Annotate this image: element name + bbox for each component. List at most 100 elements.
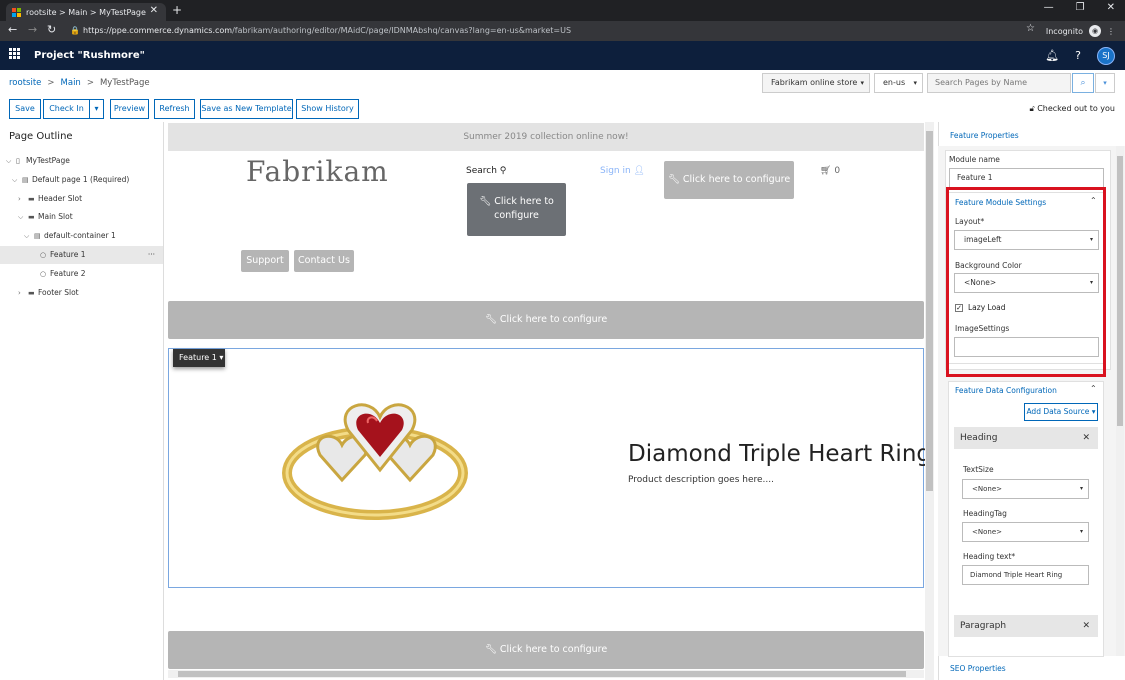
module-name-input[interactable]: Feature 1: [949, 168, 1104, 188]
highlight-box: [946, 187, 1106, 377]
store-select[interactable]: Fabrikam online store ▾: [762, 73, 870, 93]
close-tab-icon[interactable]: ✕: [150, 5, 158, 16]
bookmark-star-icon[interactable]: ☆: [1026, 23, 1035, 34]
reload-icon[interactable]: ↻: [47, 23, 56, 36]
cart[interactable]: 🛒︎ 0: [820, 166, 840, 176]
chevron-down-icon: ▾: [1079, 485, 1083, 492]
breadcrumb-rootsite[interactable]: rootsite: [9, 78, 41, 88]
more-options-icon[interactable]: ···: [148, 246, 155, 264]
incognito-label: Incognito: [1045, 26, 1083, 36]
project-title: Project "Rushmore": [34, 50, 145, 61]
add-data-source-label: Add Data Source: [1026, 407, 1090, 416]
chevron-down-icon: ▾: [860, 79, 864, 87]
chevron-up-icon[interactable]: ⌃: [1090, 384, 1097, 393]
outline-item-default-page[interactable]: ⌵ ▤ Default page 1 (Required): [0, 171, 163, 189]
back-icon[interactable]: ←: [8, 23, 17, 36]
search-button[interactable]: ⌕: [1072, 73, 1094, 93]
outline-item-feature-2[interactable]: ○ Feature 2: [0, 265, 163, 283]
save-button[interactable]: Save: [9, 99, 41, 119]
breadcrumb-current: MyTestPage: [99, 78, 150, 88]
outline-item-mytestpage[interactable]: ⌵ ▯ MyTestPage: [0, 152, 163, 170]
outline-item-feature-1[interactable]: ○ Feature 1 ···: [0, 246, 163, 264]
promo-banner[interactable]: Summer 2019 collection online now!: [168, 123, 924, 151]
outline-item-header-slot[interactable]: › ▬ Header Slot: [0, 190, 163, 208]
add-data-source-button[interactable]: Add Data Source ▾: [1024, 403, 1098, 421]
page-icon: ▯: [16, 157, 20, 165]
site-search[interactable]: Search ⚲: [466, 166, 506, 176]
incognito-icon: ◉: [1089, 25, 1101, 37]
search-pages-input[interactable]: Search Pages by Name: [927, 73, 1071, 93]
configure-module-button[interactable]: 🔧︎ Click here to configure: [467, 183, 566, 236]
heading-text-input[interactable]: Diamond Triple Heart Ring: [962, 565, 1089, 585]
forward-icon[interactable]: →: [28, 23, 37, 36]
outline-item-footer-slot[interactable]: › ▬ Footer Slot: [0, 284, 163, 302]
remove-icon[interactable]: ✕: [1082, 427, 1090, 449]
outline-item-label: MyTestPage: [26, 156, 70, 165]
save-as-template-button[interactable]: Save as New Template: [200, 99, 293, 119]
url-host: https://ppe.commerce.dynamics.com: [83, 26, 233, 35]
browser-menu-icon[interactable]: ⋮: [1107, 27, 1115, 36]
breadcrumb-main[interactable]: Main: [61, 78, 81, 88]
feature-description[interactable]: Product description goes here....: [628, 475, 774, 485]
refresh-button[interactable]: Refresh: [154, 99, 195, 119]
chevron-down-icon[interactable]: ⌵: [24, 227, 34, 245]
contact-us-button[interactable]: Contact Us: [294, 250, 354, 272]
remove-icon[interactable]: ✕: [1082, 615, 1090, 637]
outline-item-label: default-container 1: [44, 231, 116, 240]
configure-module-button[interactable]: 🔧︎ Click here to configure: [168, 301, 924, 339]
help-icon[interactable]: ?: [1075, 49, 1081, 62]
paragraph-section-header[interactable]: Paragraph ✕: [954, 615, 1098, 637]
chevron-down-icon[interactable]: ⌵: [18, 208, 28, 226]
outline-item-label: Default page 1 (Required): [32, 175, 130, 184]
window-controls: — ❐ ✕: [1044, 2, 1115, 13]
properties-scroll-thumb[interactable]: [1117, 156, 1123, 426]
wrench-icon: 🔧︎: [479, 196, 492, 207]
sign-in-label: Sign in: [600, 166, 631, 176]
feature-heading[interactable]: Diamond Triple Heart Ring: [628, 441, 931, 467]
user-avatar[interactable]: SJ: [1097, 46, 1115, 65]
configure-module-button[interactable]: 🔧︎ Click here to configure: [664, 161, 794, 199]
chevron-down-icon[interactable]: ⌵: [12, 171, 22, 189]
site-logo[interactable]: Fabrikam: [246, 155, 389, 188]
search-options-dropdown[interactable]: ▾: [1095, 73, 1115, 93]
show-history-button[interactable]: Show History: [296, 99, 359, 119]
configure-label: Click here to configure: [499, 314, 608, 325]
canvas-hscroll-thumb[interactable]: [178, 671, 906, 677]
chevron-right-icon[interactable]: ›: [18, 190, 28, 208]
tab-title: rootsite > Main > MyTestPage: [26, 7, 146, 17]
configure-label: Click here to configure: [499, 644, 608, 655]
app-header: [0, 41, 1125, 70]
seo-properties-link[interactable]: SEO Properties: [950, 664, 1006, 673]
check-in-dropdown[interactable]: ▾: [89, 99, 104, 119]
sign-in-link[interactable]: Sign in 👤︎: [600, 166, 645, 176]
preview-button[interactable]: Preview: [110, 99, 149, 119]
chevron-down-icon: ▾: [1079, 528, 1083, 535]
notifications-bell-icon[interactable]: 🔔︎: [1045, 49, 1059, 62]
check-in-button[interactable]: Check In: [43, 99, 90, 119]
close-window-icon[interactable]: ✕: [1107, 2, 1115, 13]
app-launcher-icon[interactable]: [9, 48, 20, 59]
chevron-down-icon[interactable]: ⌵: [6, 152, 16, 170]
heading-section-header[interactable]: Heading ✕: [954, 427, 1098, 449]
new-tab-icon[interactable]: +: [172, 3, 182, 17]
module-tag-menu[interactable]: Feature 1 ▾: [173, 349, 225, 367]
url-field[interactable]: https://ppe.commerce.dynamics.com/fabrik…: [71, 21, 571, 41]
feature-data-config-header[interactable]: Feature Data Configuration: [955, 386, 1057, 395]
outline-item-label: Main Slot: [38, 212, 73, 221]
chevron-right-icon[interactable]: ›: [18, 284, 28, 302]
text-size-select[interactable]: <None> ▾: [962, 479, 1089, 499]
minimize-icon[interactable]: —: [1044, 2, 1054, 13]
heading-tag-select[interactable]: <None> ▾: [962, 522, 1089, 542]
restore-icon[interactable]: ❐: [1076, 2, 1085, 13]
locale-select[interactable]: en-us ▾: [874, 73, 923, 93]
configure-module-button[interactable]: 🔧︎ Click here to configure: [168, 631, 924, 669]
support-button[interactable]: Support: [241, 250, 289, 272]
feature-properties-title[interactable]: Feature Properties: [950, 131, 1019, 140]
canvas-scroll-thumb[interactable]: [926, 131, 933, 491]
outline-item-default-container[interactable]: ⌵ ▤ default-container 1: [0, 227, 163, 245]
outline-item-main-slot[interactable]: ⌵ ▬ Main Slot: [0, 208, 163, 226]
outline-item-label: Header Slot: [38, 194, 83, 203]
browser-tab[interactable]: rootsite > Main > MyTestPage ✕: [6, 3, 166, 21]
outline-item-label: Feature 2: [50, 269, 86, 278]
incognito-indicator[interactable]: Incognito ◉ ⋮: [1046, 22, 1115, 40]
